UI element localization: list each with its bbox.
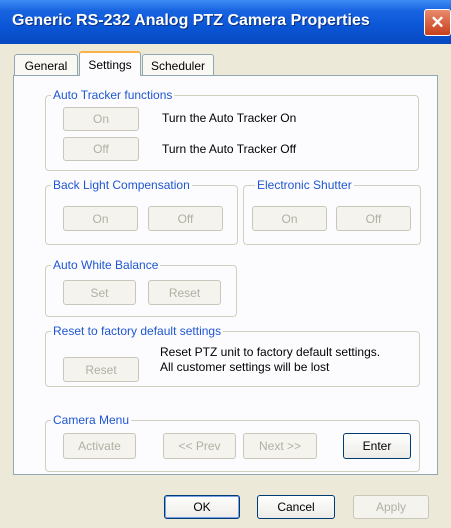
camera-menu-activate-button[interactable]: Activate [63, 433, 136, 459]
backlight-legend: Back Light Compensation [51, 178, 192, 192]
white-balance-reset-button[interactable]: Reset [148, 280, 221, 305]
backlight-on-button[interactable]: On [63, 206, 138, 231]
cancel-button[interactable]: Cancel [257, 495, 335, 519]
auto-tracker-legend: Auto Tracker functions [51, 88, 175, 102]
shutter-off-button[interactable]: Off [336, 206, 411, 231]
ok-button[interactable]: OK [164, 495, 240, 519]
shutter-legend: Electronic Shutter [255, 178, 354, 192]
white-balance-set-button[interactable]: Set [63, 280, 136, 305]
factory-reset-description-line1: Reset PTZ unit to factory default settin… [160, 345, 381, 359]
auto-tracker-on-description: Turn the Auto Tracker On [162, 111, 297, 125]
close-button[interactable]: ✕ [424, 9, 451, 36]
factory-reset-button[interactable]: Reset [63, 357, 139, 382]
factory-reset-legend: Reset to factory default settings [51, 324, 224, 338]
white-balance-legend: Auto White Balance [51, 258, 161, 272]
auto-tracker-off-button[interactable]: Off [63, 137, 139, 161]
camera-menu-enter-button[interactable]: Enter [343, 433, 411, 459]
tab-general[interactable]: General [14, 54, 78, 76]
auto-tracker-off-description: Turn the Auto Tracker Off [162, 142, 297, 156]
window-title: Generic RS-232 Analog PTZ Camera Propert… [12, 12, 370, 29]
backlight-off-button[interactable]: Off [148, 206, 223, 231]
camera-menu-next-button[interactable]: Next >> [243, 433, 317, 459]
camera-menu-prev-button[interactable]: << Prev [163, 433, 236, 459]
tab-scheduler[interactable]: Scheduler [142, 54, 214, 76]
auto-tracker-on-button[interactable]: On [63, 107, 139, 131]
factory-reset-description-line2: All customer settings will be lost [160, 360, 330, 374]
tab-settings[interactable]: Settings [79, 51, 141, 76]
close-icon: ✕ [430, 12, 445, 32]
camera-menu-legend: Camera Menu [51, 413, 132, 427]
apply-button[interactable]: Apply [353, 495, 429, 519]
shutter-on-button[interactable]: On [252, 206, 327, 231]
